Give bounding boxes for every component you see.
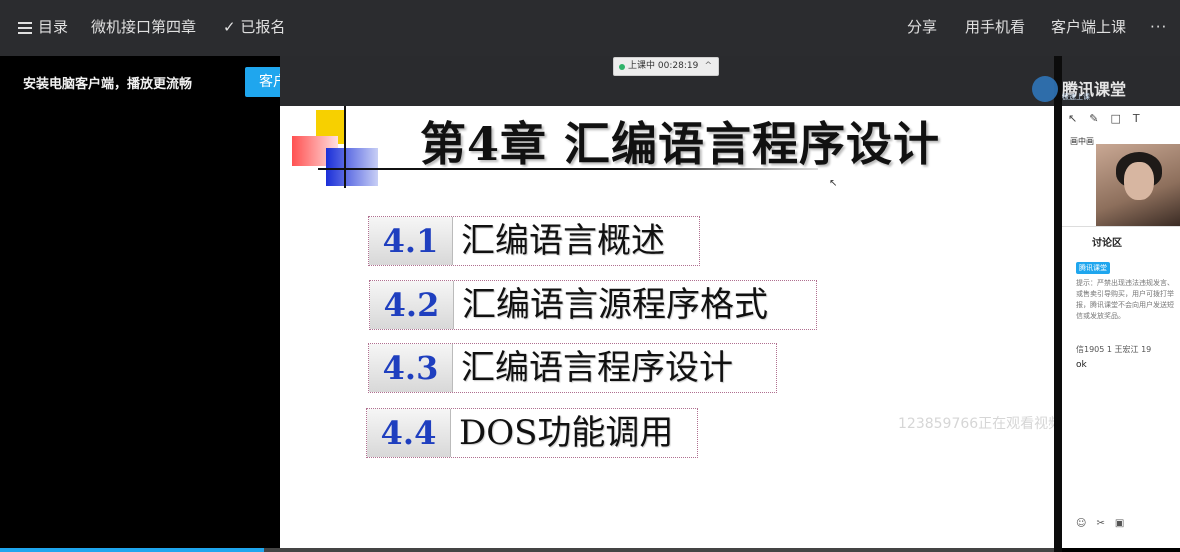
toc-item: 4.1 汇编语言概述 [368, 216, 700, 266]
viewer-watermark: 123859766正在观看视频 [898, 416, 1063, 432]
text-tool-icon[interactable]: T [1133, 112, 1152, 125]
live-dot-icon [619, 64, 625, 70]
logo-subtext: 极速上课 [1062, 93, 1090, 101]
image-icon[interactable]: ▣ [1115, 518, 1134, 529]
tencent-classroom-logo: 腾讯课堂 极速上课 [1032, 74, 1180, 102]
teacher-camera-view [1096, 144, 1180, 226]
toc-item-number: 4.2 [370, 281, 454, 329]
emoji-icon[interactable]: ☺ [1076, 518, 1096, 529]
course-title: 微机接口第四章 [91, 18, 197, 36]
platform-badge: 腾讯课堂 [1076, 262, 1110, 274]
rectangle-tool-icon[interactable]: □ [1110, 112, 1132, 125]
chat-tools: ☺✂▣ [1076, 518, 1134, 529]
toc-item: 4.4 DOS功能调用 [366, 408, 698, 458]
left-pane [0, 56, 280, 552]
chat-message-user: 信1905 1 王宏江 19 [1076, 345, 1152, 354]
right-divider [1054, 56, 1062, 552]
pointer-tool-icon[interactable]: ↖ [1068, 112, 1089, 125]
toc-item: 4.2 汇编语言源程序格式 [369, 280, 817, 330]
share-button[interactable]: 分享 [907, 0, 937, 56]
class-timer: 00:28:19 [657, 61, 699, 71]
camera-person-face [1124, 162, 1154, 200]
install-client-tip: 安装电脑客户端，播放更流畅 [23, 77, 193, 92]
drawing-toolbar: ↖✎□T [1068, 112, 1152, 125]
toc-item-text: 汇编语言源程序格式 [462, 285, 768, 325]
mouse-cursor-icon: ↖ [829, 178, 838, 189]
enrolled-status: ✓ 已报名 [223, 0, 285, 56]
panel-divider [1062, 226, 1180, 227]
toc-item-number: 4.3 [369, 344, 453, 392]
playback-progress-bar[interactable] [0, 548, 1054, 552]
playback-progress-fill [0, 548, 264, 552]
class-status-pill[interactable]: 上课中 00:28:19 ^ [613, 57, 719, 76]
toc-item-text: DOS功能调用 [459, 413, 674, 453]
menu-icon [18, 19, 32, 37]
catalog-button[interactable]: 目录 [18, 0, 68, 56]
more-icon[interactable]: ··· [1150, 0, 1167, 56]
discussion-title: 讨论区 [1092, 238, 1122, 249]
play-logo-icon [1032, 76, 1058, 102]
chat-message-text: ok [1076, 360, 1087, 370]
slide-title: 第4章 汇编语言程序设计 [420, 117, 941, 171]
check-icon: ✓ [223, 18, 236, 36]
chevron-up-icon[interactable]: ^ [704, 58, 712, 75]
shared-side-panel: ↖✎□T 画中画 讨论区 腾讯课堂 提示：严禁出现违法违规发言、或售卖引导购买，… [1062, 106, 1180, 548]
toc-item-number: 4.1 [369, 217, 453, 265]
top-bar: 目录 微机接口第四章 ✓ 已报名 分享 用手机看 客户端上课 ··· [0, 0, 1180, 56]
pen-tool-icon[interactable]: ✎ [1089, 112, 1110, 125]
toc-item: 4.3 汇编语言程序设计 [368, 343, 777, 393]
discussion-notice: 提示：严禁出现违法违规发言、或售卖引导购买，用户可拨打举报，腾讯课堂不会向用户发… [1076, 279, 1174, 320]
decor-vertical-line [344, 106, 346, 188]
enrolled-label: 已报名 [240, 18, 286, 36]
presentation-slide: 第4章 汇编语言程序设计 4.1 汇编语言概述 4.2 汇编语言源程序格式 4.… [280, 106, 1054, 552]
catalog-label: 目录 [38, 18, 69, 36]
scissors-icon[interactable]: ✂ [1096, 518, 1114, 529]
client-class-button[interactable]: 客户端上课 [1051, 0, 1126, 56]
pip-label: 画中画 [1070, 137, 1094, 146]
toc-item-text: 汇编语言程序设计 [461, 348, 733, 388]
decor-square-blue [326, 148, 378, 186]
toc-item-text: 汇编语言概述 [461, 221, 665, 261]
watch-on-phone-button[interactable]: 用手机看 [965, 0, 1025, 56]
toc-item-number: 4.4 [367, 409, 451, 457]
class-status-text: 上课中 [628, 61, 656, 71]
